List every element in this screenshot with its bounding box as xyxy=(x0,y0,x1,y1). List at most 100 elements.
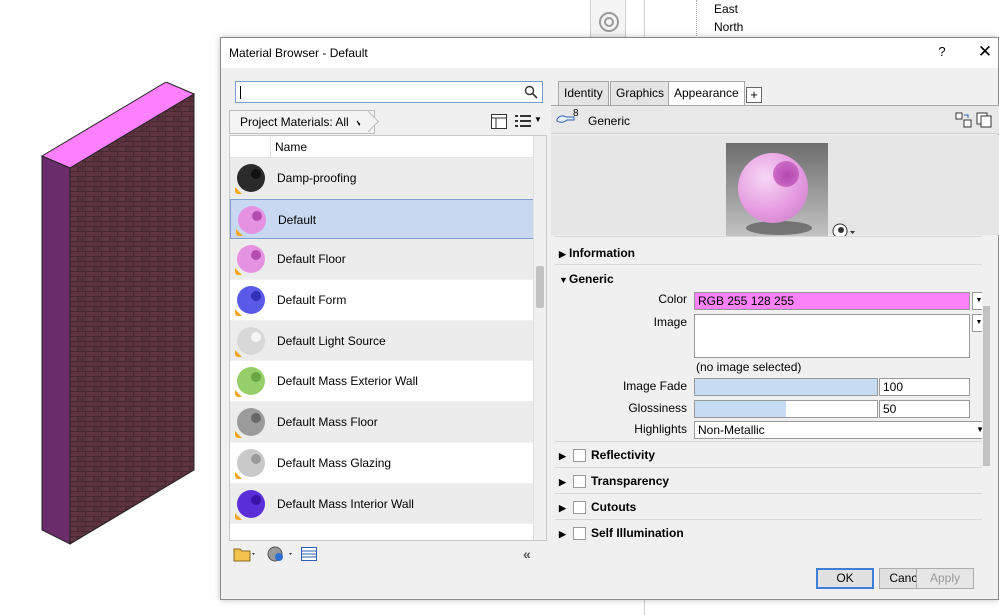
image-fade-fill xyxy=(695,379,877,395)
glossiness-value[interactable]: 50 xyxy=(879,400,970,418)
replace-asset-icon[interactable] xyxy=(955,112,973,128)
tab-identity[interactable]: Identity xyxy=(558,81,609,105)
project-material-tag-icon xyxy=(235,349,242,357)
image-fade-slider[interactable] xyxy=(694,378,878,396)
project-material-tag-icon xyxy=(235,512,242,520)
image-field[interactable] xyxy=(694,314,970,358)
material-row[interactable]: Default Mass Exterior Wall xyxy=(230,361,534,403)
preview-shadow xyxy=(746,221,812,235)
appearance-properties: ▶ Information ▼Generic Color RGB 255 128 … xyxy=(551,236,991,556)
name-column-header[interactable]: Name xyxy=(275,140,307,154)
tab-appearance[interactable]: Appearance xyxy=(668,81,745,107)
material-sphere-hole xyxy=(251,453,261,464)
project-materials-filter[interactable]: Project Materials: All▼ xyxy=(229,110,375,134)
material-name: Default Floor xyxy=(277,252,346,267)
reflectivity-checkbox[interactable] xyxy=(573,449,586,462)
material-thumbnail xyxy=(235,325,267,357)
project-material-tag-icon xyxy=(235,309,242,317)
cutouts-checkbox[interactable] xyxy=(573,501,586,514)
generic-section-header[interactable]: ▼Generic xyxy=(559,272,614,286)
glossiness-fill xyxy=(695,401,786,417)
material-name: Default Light Source xyxy=(277,333,386,348)
self-illumination-section-header[interactable]: ▶ xyxy=(559,526,569,540)
apply-button[interactable]: Apply xyxy=(916,568,974,589)
material-row[interactable]: Damp-proofing xyxy=(230,158,534,199)
material-row[interactable]: Default Light Source xyxy=(230,320,534,362)
image-fade-value[interactable]: 100 xyxy=(879,378,970,396)
highlights-value: Non-Metallic xyxy=(698,423,765,437)
tree-guide-line xyxy=(696,0,697,40)
tab-graphics[interactable]: Graphics xyxy=(610,81,671,105)
generic-section-label: Generic xyxy=(569,272,614,286)
expand-arrow-icon: ▶ xyxy=(559,529,566,539)
color-field[interactable]: RGB 255 128 255 xyxy=(694,292,970,310)
material-row[interactable]: Default Mass Floor xyxy=(230,402,534,443)
panel-divider xyxy=(644,0,645,40)
duplicate-asset-icon[interactable] xyxy=(976,112,994,128)
material-row[interactable]: Default Mass Interior Wall xyxy=(230,483,534,525)
asset-header: 8 Generic xyxy=(551,106,999,134)
asset-usage-count: 8 xyxy=(573,108,579,119)
asset-browser-icon[interactable] xyxy=(301,546,317,562)
highlights-label: Highlights xyxy=(634,422,687,436)
ok-button[interactable]: OK xyxy=(816,568,874,589)
self-illumination-checkbox[interactable] xyxy=(573,527,586,540)
material-name: Default Mass Exterior Wall xyxy=(277,374,418,389)
add-asset-button[interactable]: + xyxy=(746,87,762,103)
close-button[interactable]: ✕ xyxy=(976,42,994,62)
tree-item-east[interactable]: East xyxy=(714,2,738,16)
reflectivity-section-header[interactable]: ▶ xyxy=(559,448,569,462)
material-name: Default Mass Floor xyxy=(277,415,378,430)
material-name: Default xyxy=(278,212,317,227)
expand-arrow-icon: ▶ xyxy=(559,451,566,461)
transparency-section-header[interactable]: ▶ xyxy=(559,474,569,488)
material-sphere-hole xyxy=(251,291,261,302)
section-divider xyxy=(555,441,987,442)
material-sphere-hole xyxy=(251,331,261,342)
material-sphere-hole xyxy=(251,169,261,179)
highlights-select[interactable]: Non-Metallic ▼ xyxy=(694,421,988,439)
material-preview-swatch[interactable] xyxy=(726,143,828,243)
collapse-panel-icon[interactable]: « xyxy=(523,546,531,562)
list-scrollbar[interactable] xyxy=(533,136,546,540)
material-row[interactable]: Default Floor xyxy=(230,239,534,281)
information-section-header[interactable]: ▶ Information xyxy=(559,246,635,260)
create-material-icon[interactable] xyxy=(267,546,295,562)
material-sphere-hole xyxy=(252,210,262,221)
material-name: Default Mass Glazing xyxy=(277,455,392,470)
search-input[interactable] xyxy=(235,81,543,103)
dialog-titlebar[interactable]: Material Browser - Default ? ✕ xyxy=(221,38,998,68)
properties-scrollbar[interactable] xyxy=(982,236,991,536)
material-list[interactable]: Name Damp-proofing Default Default Floor De… xyxy=(229,135,547,541)
preview-area xyxy=(551,135,999,243)
library-toolbar: « xyxy=(229,546,547,564)
transparency-checkbox[interactable] xyxy=(573,475,586,488)
no-image-text: (no image selected) xyxy=(696,360,802,374)
preview-sphere xyxy=(738,153,808,223)
tree-item-north[interactable]: North xyxy=(714,20,743,34)
view-panel-icon[interactable] xyxy=(491,114,507,129)
self-illumination-label: Self Illumination xyxy=(591,526,684,540)
wall-3d-view[interactable] xyxy=(38,82,198,552)
material-name: Damp-proofing xyxy=(277,171,357,185)
transparency-label: Transparency xyxy=(591,474,670,488)
scrollbar-thumb[interactable] xyxy=(983,306,990,466)
expand-arrow-icon: ▶ xyxy=(559,477,566,487)
help-button[interactable]: ? xyxy=(934,44,950,59)
search-icon[interactable] xyxy=(524,85,538,99)
material-row[interactable]: Default xyxy=(230,198,534,240)
material-row[interactable]: Default Mass Glazing xyxy=(230,443,534,484)
material-row[interactable]: Default Form xyxy=(230,280,534,321)
image-fade-label: Image Fade xyxy=(622,379,687,393)
scrollbar-thumb[interactable] xyxy=(536,266,544,308)
preview-sphere-hole xyxy=(773,161,799,187)
section-divider xyxy=(555,467,987,468)
view-options-caret-icon[interactable]: ▼ xyxy=(534,115,542,124)
library-folder-icon[interactable] xyxy=(233,546,257,562)
material-list-panel: Project Materials: All▼ ▼ Name Damp-proo… xyxy=(229,78,547,563)
glossiness-slider[interactable] xyxy=(694,400,878,418)
list-view-icon[interactable] xyxy=(515,114,531,129)
material-thumbnail xyxy=(235,406,267,439)
cutouts-section-header[interactable]: ▶ xyxy=(559,500,569,514)
viewcube-toolbar[interactable] xyxy=(590,0,626,40)
